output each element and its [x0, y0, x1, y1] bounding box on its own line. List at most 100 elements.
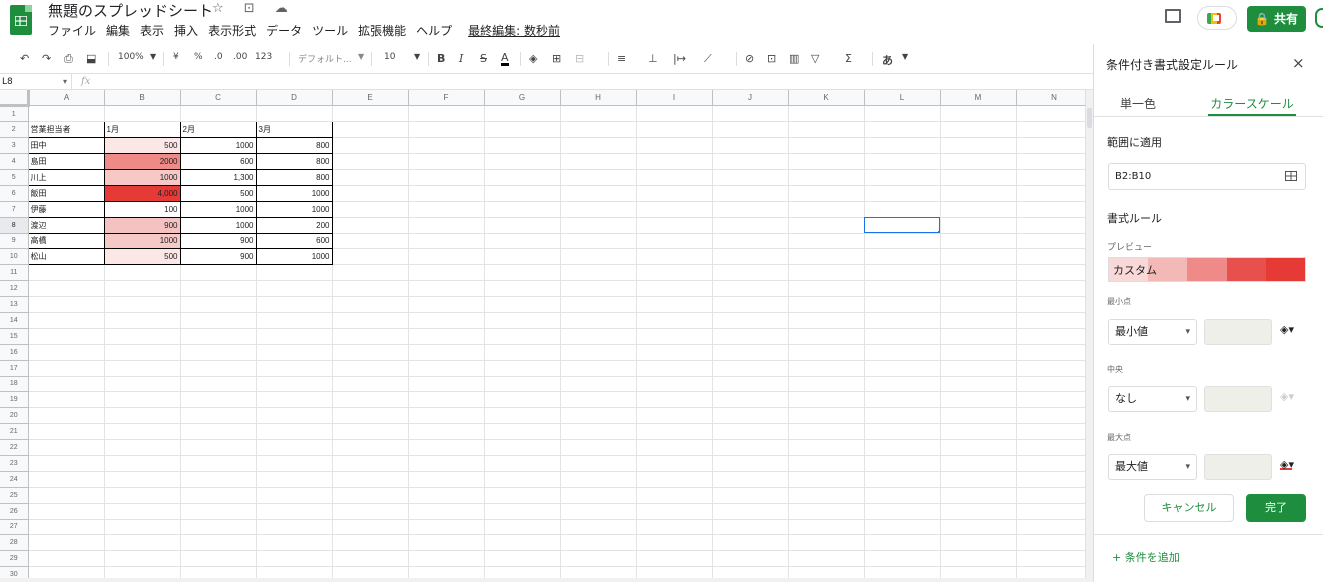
- cell[interactable]: [408, 153, 485, 170]
- cell[interactable]: [712, 519, 789, 536]
- cell[interactable]: [28, 391, 105, 409]
- cell[interactable]: [28, 280, 105, 298]
- horizontal-align-icon[interactable]: ≡: [617, 52, 626, 65]
- cell[interactable]: [636, 487, 713, 504]
- row-header[interactable]: 12: [0, 280, 29, 298]
- cell[interactable]: [560, 391, 637, 409]
- cell[interactable]: [28, 296, 105, 313]
- increase-decimal-button[interactable]: .00: [233, 52, 247, 62]
- cell[interactable]: [636, 471, 713, 488]
- cell[interactable]: [864, 503, 941, 520]
- cell[interactable]: [940, 137, 1017, 155]
- cell[interactable]: [180, 423, 257, 441]
- cell[interactable]: [28, 534, 105, 552]
- cell[interactable]: [636, 105, 713, 123]
- cell[interactable]: [408, 312, 485, 329]
- cell[interactable]: 田中: [27, 137, 105, 155]
- title-icons-star-move-cloud[interactable]: ☆ ⊡ ☁: [212, 1, 296, 16]
- cell[interactable]: [104, 360, 181, 377]
- cell[interactable]: 900: [179, 248, 257, 266]
- cell[interactable]: [332, 137, 409, 155]
- column-header[interactable]: H: [560, 90, 637, 107]
- row-header[interactable]: 6: [0, 185, 29, 202]
- cell[interactable]: [408, 344, 485, 361]
- cell[interactable]: [712, 233, 789, 250]
- cell[interactable]: [940, 248, 1017, 266]
- cell[interactable]: [1016, 344, 1085, 361]
- cell[interactable]: [560, 185, 637, 202]
- cell[interactable]: [408, 169, 485, 186]
- cell[interactable]: [940, 407, 1017, 425]
- cell[interactable]: [332, 550, 409, 568]
- column-header[interactable]: A: [28, 90, 105, 107]
- cell[interactable]: [332, 153, 409, 170]
- cell[interactable]: [180, 455, 257, 472]
- cell[interactable]: [104, 376, 181, 393]
- color-scale-preview[interactable]: カスタム: [1108, 257, 1306, 282]
- cell[interactable]: 900: [103, 216, 181, 234]
- menu-insert[interactable]: 挿入: [174, 22, 198, 39]
- cell[interactable]: [712, 328, 789, 345]
- cell[interactable]: [104, 439, 181, 456]
- cell[interactable]: [1016, 376, 1085, 393]
- insert-chart-icon[interactable]: ▥: [789, 52, 799, 65]
- cell[interactable]: [332, 487, 409, 504]
- cell[interactable]: [28, 312, 105, 329]
- cell[interactable]: [560, 328, 637, 345]
- cell[interactable]: [28, 503, 105, 520]
- cell[interactable]: 2000: [103, 153, 181, 170]
- more-formats-button[interactable]: 123: [255, 52, 272, 62]
- cell[interactable]: [104, 471, 181, 488]
- cell[interactable]: [940, 201, 1017, 218]
- cell[interactable]: [864, 217, 941, 234]
- cell[interactable]: [408, 233, 485, 250]
- cell[interactable]: [408, 423, 485, 441]
- cell[interactable]: [408, 185, 485, 202]
- cell[interactable]: [104, 566, 181, 578]
- cell[interactable]: [864, 137, 941, 155]
- cell[interactable]: [484, 328, 561, 345]
- cell[interactable]: [940, 487, 1017, 504]
- cell[interactable]: [864, 407, 941, 425]
- cell[interactable]: [180, 328, 257, 345]
- insert-comment-icon[interactable]: ⊡: [767, 52, 776, 65]
- cell[interactable]: [788, 169, 865, 186]
- fill-color-icon[interactable]: ◈: [529, 52, 537, 65]
- cell[interactable]: [484, 185, 561, 202]
- column-header[interactable]: F: [408, 90, 485, 107]
- cell[interactable]: [484, 280, 561, 298]
- cell[interactable]: [180, 503, 257, 520]
- cell[interactable]: 1000: [255, 248, 333, 266]
- cell[interactable]: [104, 550, 181, 568]
- font-size-select[interactable]: 10: [384, 52, 395, 62]
- cell[interactable]: [940, 233, 1017, 250]
- cell[interactable]: [484, 217, 561, 234]
- cell[interactable]: [484, 248, 561, 266]
- cell[interactable]: [940, 121, 1017, 139]
- cell[interactable]: [560, 217, 637, 234]
- cell[interactable]: [864, 328, 941, 345]
- menu-view[interactable]: 表示: [140, 22, 164, 39]
- paint-format-icon[interactable]: ⬓: [86, 52, 96, 65]
- cell[interactable]: [180, 360, 257, 377]
- column-header[interactable]: M: [940, 90, 1017, 107]
- functions-icon[interactable]: Σ: [845, 52, 852, 65]
- cell[interactable]: [788, 344, 865, 361]
- cell[interactable]: [256, 407, 333, 425]
- tab-single-color[interactable]: 単一色: [1108, 95, 1168, 112]
- merge-cells-icon[interactable]: ⊟: [575, 52, 584, 65]
- cell[interactable]: [332, 407, 409, 425]
- row-header[interactable]: 26: [0, 503, 29, 520]
- cell[interactable]: [712, 217, 789, 234]
- cell[interactable]: [712, 153, 789, 170]
- cell[interactable]: 1000: [103, 232, 181, 250]
- cell[interactable]: [560, 248, 637, 266]
- cell[interactable]: [180, 407, 257, 425]
- cell[interactable]: 1000: [255, 184, 333, 202]
- cell[interactable]: 渡辺: [27, 216, 105, 234]
- cell[interactable]: [864, 264, 941, 282]
- cell[interactable]: [636, 169, 713, 186]
- cell[interactable]: [180, 376, 257, 393]
- cell[interactable]: [408, 376, 485, 393]
- avatar[interactable]: [1315, 8, 1323, 28]
